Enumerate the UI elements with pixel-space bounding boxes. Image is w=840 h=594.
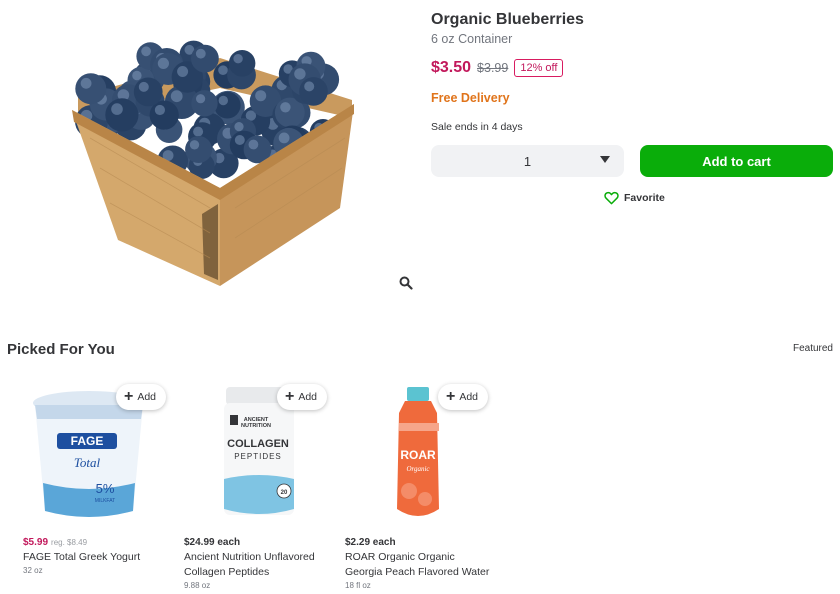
svg-text:FAGE: FAGE bbox=[71, 434, 104, 448]
svg-text:5%: 5% bbox=[96, 481, 115, 496]
add-button-label: Add bbox=[298, 391, 318, 403]
product-details: Organic Blueberries 6 oz Container $3.50… bbox=[431, 10, 835, 205]
card-price: $24.99 each bbox=[184, 537, 241, 548]
action-row: 1 Add to cart bbox=[431, 145, 835, 177]
favorite-button[interactable]: Favorite bbox=[604, 191, 835, 205]
svg-text:COLLAGEN: COLLAGEN bbox=[227, 438, 289, 450]
svg-text:20: 20 bbox=[281, 490, 288, 496]
price-row: $3.50 $3.99 12% off bbox=[431, 59, 835, 77]
plus-icon: + bbox=[285, 388, 295, 405]
svg-text:Total: Total bbox=[74, 455, 101, 470]
card-size: 32 oz bbox=[23, 566, 43, 575]
sale-price: $3.50 bbox=[431, 59, 472, 76]
svg-text:PEPTIDES: PEPTIDES bbox=[234, 452, 282, 461]
svg-text:NUTRITION: NUTRITION bbox=[241, 423, 271, 429]
card-name[interactable]: ROAR Organic Organic Georgia Peach Flavo… bbox=[345, 550, 495, 580]
plus-icon: + bbox=[124, 388, 134, 405]
add-button-label: Add bbox=[137, 391, 157, 403]
magnifier-icon bbox=[399, 276, 413, 290]
sort-label[interactable]: Featured bbox=[793, 343, 833, 354]
add-to-cart-button[interactable]: Add to cart bbox=[640, 145, 833, 177]
svg-text:MILKFAT: MILKFAT bbox=[95, 498, 115, 504]
card-price: $5.99 reg. $8.49 bbox=[23, 537, 173, 548]
discount-badge: 12% off bbox=[514, 59, 564, 77]
card-info: $24.99 each Ancient Nutrition Unflavored… bbox=[184, 537, 334, 590]
favorite-label: Favorite bbox=[624, 192, 665, 204]
zoom-button[interactable] bbox=[396, 273, 416, 293]
card-name-line2: Georgia Peach Flavored Water bbox=[345, 566, 490, 578]
delivery-label: Free Delivery bbox=[431, 91, 510, 105]
svg-text:Organic: Organic bbox=[406, 465, 430, 473]
svg-text:ROAR: ROAR bbox=[400, 448, 436, 462]
product-size: 6 oz Container bbox=[431, 32, 513, 46]
add-button-label: Add bbox=[459, 391, 479, 403]
card-price-value: $5.99 bbox=[23, 537, 49, 548]
quantity-select[interactable]: 1 bbox=[431, 145, 624, 177]
card-size: 9.88 oz bbox=[184, 581, 211, 590]
caret-down-icon bbox=[600, 156, 610, 163]
section-title: Picked For You bbox=[7, 341, 115, 358]
add-button[interactable]: + Add bbox=[277, 384, 328, 410]
card-info: $2.29 each ROAR Organic Organic Georgia … bbox=[345, 537, 495, 590]
original-price: $3.99 bbox=[477, 61, 509, 75]
add-button[interactable]: + Add bbox=[116, 384, 167, 410]
product-image[interactable] bbox=[60, 18, 370, 293]
card-price: $2.29 each bbox=[345, 537, 396, 548]
card-name-line2: Collagen Peptides bbox=[184, 566, 270, 578]
quantity-value: 1 bbox=[523, 153, 532, 169]
card-info: $5.99 reg. $8.49 FAGE Total Greek Yogurt … bbox=[23, 537, 173, 575]
card-name-line1: FAGE Total Greek Yogurt bbox=[23, 551, 141, 563]
card-name[interactable]: FAGE Total Greek Yogurt bbox=[23, 550, 173, 565]
plus-icon: + bbox=[446, 388, 456, 405]
sale-ends-label: Sale ends in 4 days bbox=[431, 121, 523, 133]
card-regular-price: reg. $8.49 bbox=[51, 538, 88, 547]
product-title: Organic Blueberries bbox=[431, 11, 584, 28]
heart-outline-icon bbox=[604, 191, 619, 205]
card-name-line1: Ancient Nutrition Unflavored bbox=[184, 551, 315, 563]
card-name-line1: ROAR Organic Organic bbox=[345, 551, 455, 563]
add-button[interactable]: + Add bbox=[438, 384, 489, 410]
card-size: 18 fl oz bbox=[345, 581, 371, 590]
card-name[interactable]: Ancient Nutrition Unflavored Collagen Pe… bbox=[184, 550, 334, 580]
